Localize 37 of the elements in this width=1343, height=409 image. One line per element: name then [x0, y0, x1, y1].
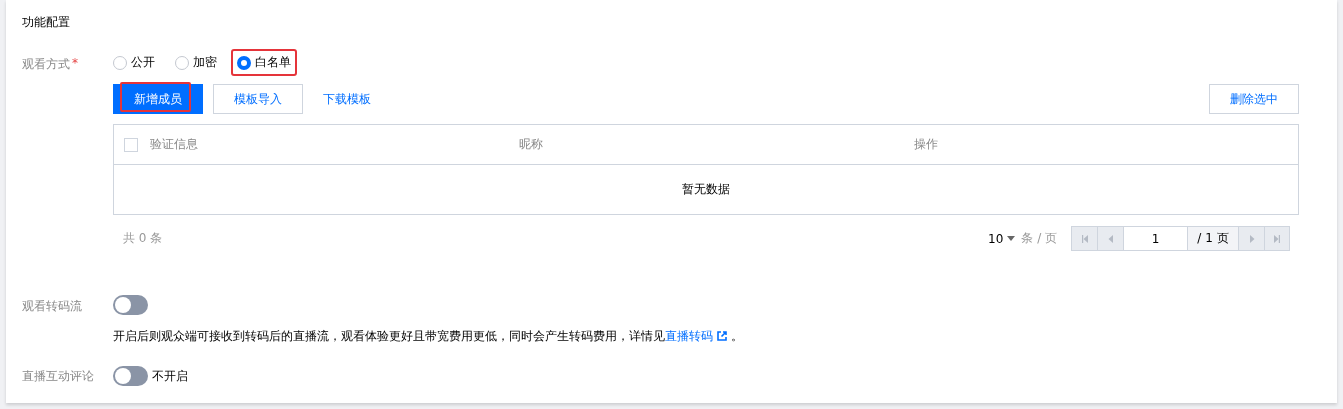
delete-button[interactable]: 删除选中 — [1209, 84, 1299, 114]
empty-text: 暂无数据 — [682, 182, 730, 196]
action-button[interactable]: 新增成员 — [113, 84, 203, 114]
field-label: 观看方式 — [22, 56, 70, 73]
first-page-icon — [1080, 234, 1089, 243]
page-size-select[interactable]: 10 — [988, 231, 1004, 246]
page-input[interactable]: 1 — [1123, 226, 1187, 251]
last-page-icon — [1273, 234, 1281, 243]
action-button[interactable]: 模板导入 — [213, 84, 303, 114]
total-count: 共 0 条 — [123, 230, 163, 247]
column-header: 操作 — [913, 136, 938, 153]
transcode-link[interactable]: 直播转码 — [665, 329, 713, 343]
column-header: 昵称 — [518, 136, 543, 153]
caret-icon[interactable] — [1007, 236, 1016, 241]
required-mark: * — [72, 56, 78, 72]
toggle-state-text: 不开启 — [152, 367, 188, 385]
external-link-icon[interactable] — [717, 331, 727, 341]
column-header: 验证信息 — [150, 136, 198, 153]
next-page-button[interactable] — [1238, 226, 1264, 251]
select-all-checkbox[interactable] — [124, 137, 138, 152]
field-label: 观看转码流 — [22, 298, 82, 315]
first-page-button[interactable] — [1071, 226, 1097, 251]
prev-page-icon — [1106, 234, 1115, 243]
radio-option[interactable]: 白名单 — [233, 51, 295, 74]
download-link[interactable]: 下载模板 — [313, 84, 381, 114]
toggle-switch[interactable] — [113, 295, 148, 315]
prev-page-button[interactable] — [1097, 226, 1123, 251]
next-page-icon — [1247, 234, 1256, 243]
toggle-switch[interactable] — [113, 366, 148, 386]
page-size-unit: 条 / 页 — [1021, 230, 1057, 247]
page-count: / 1 页 — [1187, 226, 1238, 251]
radio-option[interactable]: 公开 — [109, 51, 159, 74]
description-text: 开启后则观众端可接收到转码后的直播流，观看体验更好且带宽费用更低，同时会产生转码费用，详情见直播转码 。 — [113, 328, 744, 345]
last-page-button[interactable] — [1264, 226, 1290, 251]
field-label: 直播互动评论 — [22, 367, 94, 385]
radio-option[interactable]: 加密 — [171, 51, 221, 74]
section-title: 功能配置 — [22, 14, 70, 31]
